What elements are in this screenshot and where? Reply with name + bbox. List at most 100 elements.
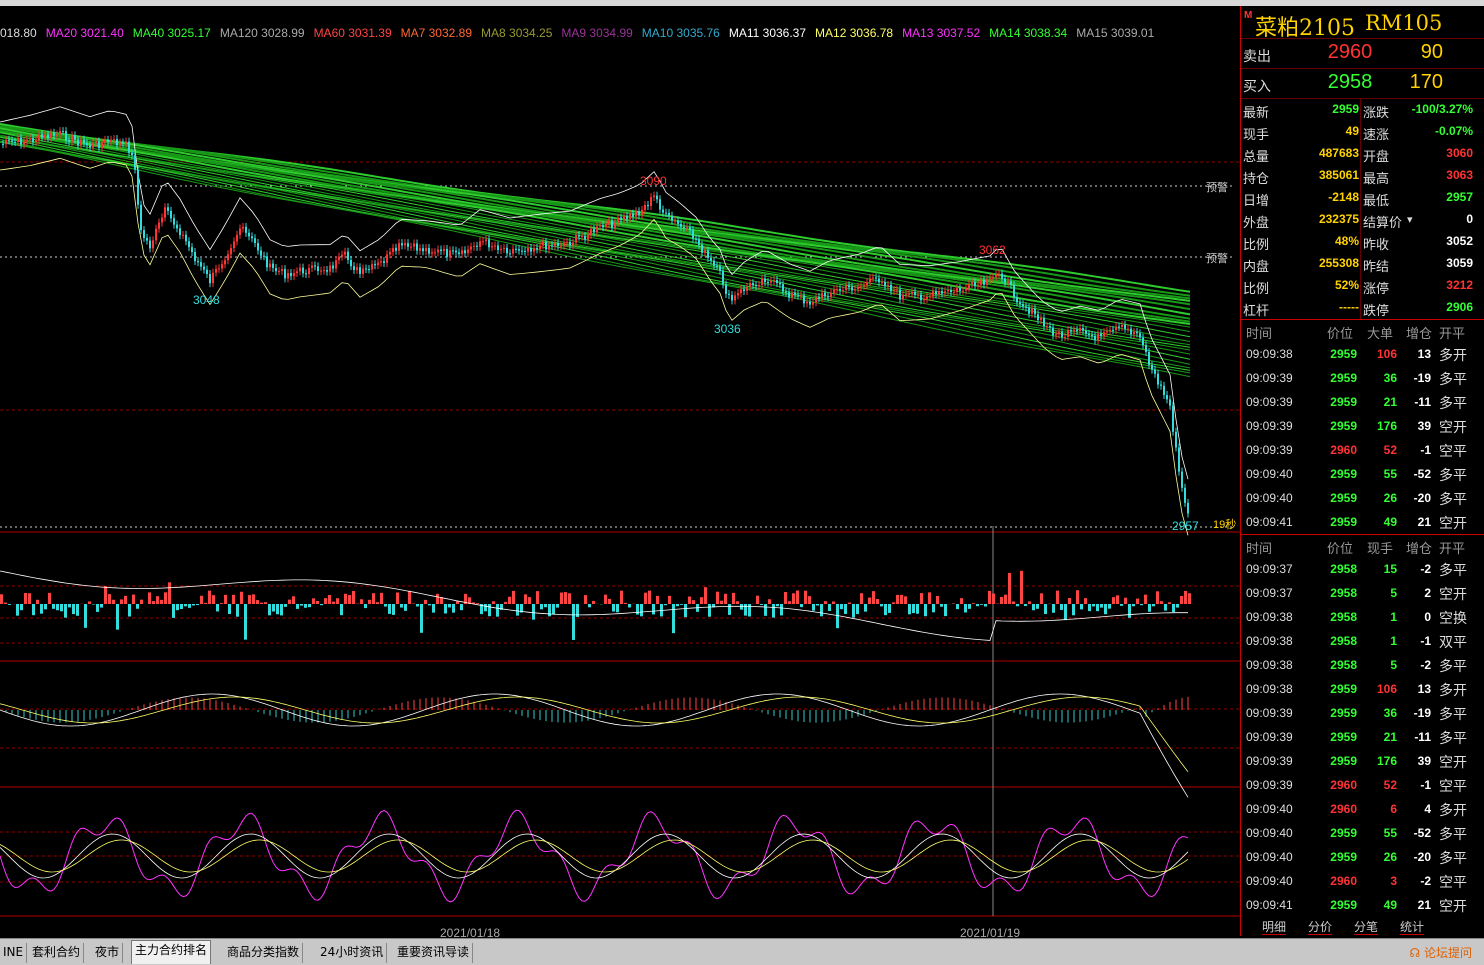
candle-body: [626, 216, 628, 219]
tick-row[interactable]: 09:09:39296052-1空平: [1241, 773, 1484, 797]
chart-canvas[interactable]: [0, 6, 1240, 918]
volume-bar: [564, 592, 567, 604]
tick-open-interest-change: 4: [1399, 802, 1431, 816]
candle-body: [188, 241, 190, 247]
tick-row[interactable]: 09:09:40296064多开: [1241, 797, 1484, 821]
bid-ask-row[interactable]: 买入2958170: [1241, 69, 1484, 99]
tick-row[interactable]: 09:09:39295917639空开: [1241, 749, 1484, 773]
tick-row[interactable]: 09:09:39295936-19多平: [1241, 366, 1484, 390]
forum-question-link[interactable]: ☊ 论坛提问: [1409, 944, 1472, 961]
tick-row[interactable]: 09:09:40295926-20多平: [1241, 486, 1484, 510]
quote-label: 外盘: [1243, 212, 1269, 231]
tick-row[interactable]: 09:09:4029603-2空平: [1241, 869, 1484, 893]
tick-row[interactable]: 09:09:3829581-1双平: [1241, 629, 1484, 653]
volume-bar: [920, 593, 923, 604]
symbol-header[interactable]: M 菜粕2105 RM105: [1241, 6, 1484, 39]
tick-row[interactable]: 09:09:4129594921空开: [1241, 510, 1484, 534]
tick-row[interactable]: 09:09:40295955-52多平: [1241, 462, 1484, 486]
candle-body: [908, 294, 910, 295]
volume-bar: [1060, 604, 1063, 610]
volume-bar: [32, 604, 35, 615]
tick-row[interactable]: 09:09:37295852空开: [1241, 581, 1484, 605]
candle-body: [338, 257, 340, 261]
detail-tab[interactable]: 分价: [1308, 918, 1332, 935]
candle-body: [524, 251, 526, 252]
tick-time: 09:09:39: [1246, 419, 1293, 433]
quote-row: 现手49速涨-0.07%: [1241, 121, 1484, 143]
alert-line-label-1[interactable]: 预警: [1206, 179, 1228, 195]
candle-body: [14, 142, 16, 143]
candle-body: [884, 282, 886, 286]
detail-tab[interactable]: 统计: [1400, 918, 1424, 935]
tick-row[interactable]: 09:09:39296052-1空平: [1241, 438, 1484, 462]
tick-volume: 21: [1361, 395, 1397, 409]
alert-line-label-2[interactable]: 预警: [1206, 250, 1228, 266]
candle-body: [530, 248, 532, 252]
candle-body: [326, 270, 328, 272]
volume-bar: [832, 601, 835, 604]
tick-detail-table[interactable]: 时间价位现手增仓开平09:09:37295815-2多平09:09:372958…: [1241, 534, 1484, 917]
quote-label[interactable]: 结算价: [1363, 212, 1402, 231]
tick-row[interactable]: 09:09:39295921-11多平: [1241, 390, 1484, 414]
detail-tab[interactable]: 明细: [1262, 918, 1286, 935]
candle-body: [314, 266, 316, 267]
tick-row[interactable]: 09:09:38295910613多开: [1241, 342, 1484, 366]
bottom-tab[interactable]: 24小时资讯: [317, 943, 387, 963]
tick-row[interactable]: 09:09:40295955-52多平: [1241, 821, 1484, 845]
candle-body: [359, 267, 361, 274]
tick-trade-type: 空平: [1439, 872, 1467, 892]
detail-tab-bar: 明细 分价 分笔 统计: [1244, 918, 1484, 936]
candle-body: [995, 275, 997, 277]
bid-ask-row[interactable]: 卖出296090: [1241, 39, 1484, 69]
high-marker-3062: 3062: [979, 243, 1006, 257]
candle-body: [386, 254, 388, 263]
tick-volume: 15: [1361, 562, 1397, 576]
bottom-tab[interactable]: INE: [0, 943, 27, 963]
candle-body: [707, 250, 709, 258]
candle-body: [410, 247, 412, 248]
candle-body: [143, 230, 145, 238]
tick-row[interactable]: 09:09:38295810空换: [1241, 605, 1484, 629]
tick-row[interactable]: 09:09:37295815-2多平: [1241, 557, 1484, 581]
candle-body: [962, 291, 964, 292]
candle-body: [434, 252, 436, 253]
ma-legend-item: MA40 3025.17: [133, 26, 211, 40]
tick-row[interactable]: 09:09:39295921-11多平: [1241, 725, 1484, 749]
detail-tab[interactable]: 分笔: [1354, 918, 1378, 935]
tick-volume: 52: [1361, 443, 1397, 457]
bottom-tab[interactable]: 套利合约: [29, 943, 84, 963]
big-order-tick-table[interactable]: 时间价位大单增仓开平09:09:38295910613多开09:09:39295…: [1241, 320, 1484, 534]
candle-body: [158, 223, 160, 229]
bottom-tab[interactable]: 重要资讯导读: [394, 943, 473, 963]
candle-body: [5, 140, 7, 144]
volume-bar: [340, 604, 343, 615]
candle-body: [854, 289, 856, 290]
tick-row[interactable]: 09:09:4129594921空开: [1241, 893, 1484, 917]
candle-body: [1043, 318, 1045, 326]
tick-row[interactable]: 09:09:38295910613多开: [1241, 677, 1484, 701]
candle-body: [623, 216, 625, 219]
bottom-tab[interactable]: 夜市: [92, 943, 123, 963]
candle-body: [545, 242, 547, 250]
volume-bar: [372, 593, 375, 604]
volume-bar: [96, 604, 99, 612]
bottom-tab[interactable]: 商品分类指数: [224, 943, 303, 963]
tick-row[interactable]: 09:09:3829585-2多平: [1241, 653, 1484, 677]
tick-price: 2960: [1319, 778, 1357, 792]
tick-row[interactable]: 09:09:39295917639空开: [1241, 414, 1484, 438]
candle-body: [1133, 332, 1135, 334]
volume-bar: [176, 604, 179, 610]
bottom-tab[interactable]: 主力合约排名: [131, 940, 211, 964]
tick-time: 09:09:39: [1246, 706, 1293, 720]
tick-row[interactable]: 09:09:39295936-19多平: [1241, 701, 1484, 725]
tick-column-header: 增仓: [1406, 538, 1432, 557]
candle-body: [806, 302, 808, 304]
quote-label: 持仓: [1243, 168, 1269, 187]
candle-body: [836, 289, 838, 290]
volume-bar: [688, 597, 691, 604]
tick-row[interactable]: 09:09:40295926-20多平: [1241, 845, 1484, 869]
kline-chart-area[interactable]: 018.80MA20 3021.40MA40 3025.17MA120 3028…: [0, 6, 1240, 918]
tick-column-header: 时间: [1246, 538, 1272, 557]
candle-body: [635, 211, 637, 216]
candle-body: [485, 239, 487, 241]
